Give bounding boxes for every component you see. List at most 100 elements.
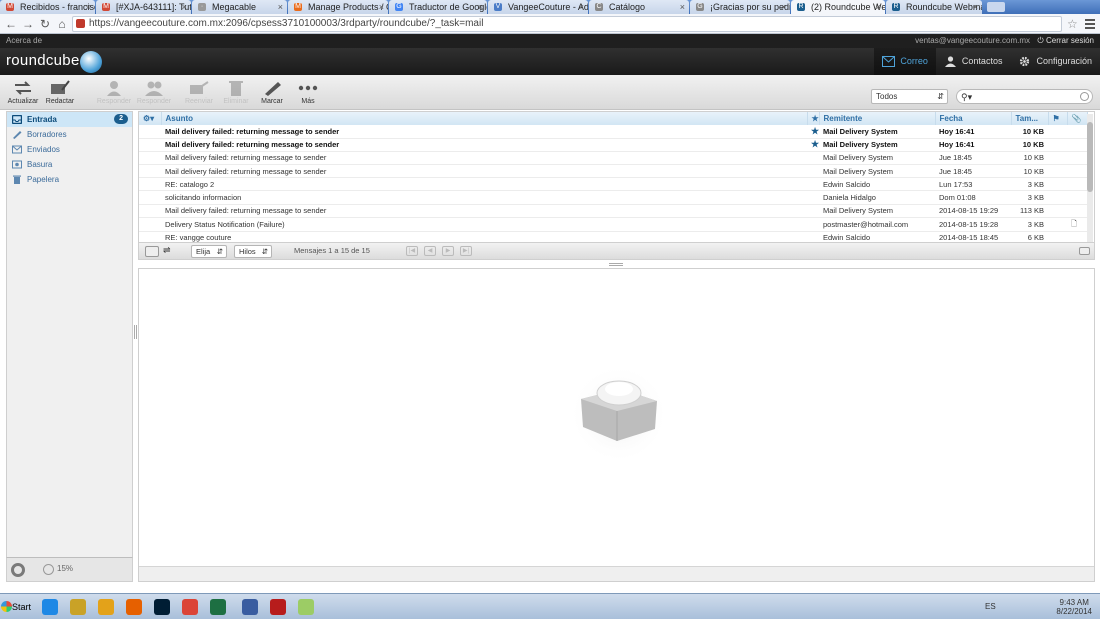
status-cell[interactable] [1048, 138, 1067, 152]
message-subject[interactable]: Mail delivery failed: returning message … [161, 204, 807, 218]
message-subject[interactable]: Mail delivery failed: returning message … [161, 125, 807, 139]
message-subject[interactable]: solicitando informacion [161, 190, 807, 205]
taskbar-app-icon[interactable] [238, 596, 262, 618]
message-subject[interactable]: Mail delivery failed: returning message … [161, 151, 807, 166]
message-status-icon[interactable]: · [139, 164, 161, 179]
folder-trash[interactable]: Papelera [7, 172, 132, 187]
back-icon[interactable]: ← [4, 17, 18, 31]
tab-close-icon[interactable]: × [781, 0, 786, 14]
column-subject[interactable]: Asunto [161, 112, 808, 125]
tab-close-icon[interactable]: × [973, 0, 978, 14]
tab-close-icon[interactable]: × [478, 0, 483, 14]
browser-tab[interactable]: G Traductor de Google × [389, 0, 487, 14]
select-dropdown[interactable]: Elija ⇵ [191, 245, 227, 258]
taskbar-app-icon[interactable] [206, 596, 230, 618]
browser-tab[interactable]: R (2) Roundcube Webma× [791, 0, 885, 14]
folder-junk[interactable]: Basura [7, 157, 132, 172]
tab-close-icon[interactable]: × [278, 0, 283, 14]
taskbar-app-icon[interactable] [266, 596, 290, 618]
search-input[interactable]: ⚲▾ [956, 89, 1093, 104]
browser-menu-icon[interactable] [1085, 17, 1095, 29]
about-link[interactable]: Acerca de [6, 34, 42, 48]
taskbar-app-icon[interactable] [178, 596, 202, 618]
tab-close-icon[interactable]: × [379, 0, 384, 14]
flagged-star-icon[interactable]: ★ [807, 138, 819, 152]
status-cell[interactable] [1048, 151, 1067, 166]
message-status-icon[interactable]: · [139, 204, 161, 218]
horizontal-splitter[interactable] [609, 263, 623, 266]
reply-button[interactable]: Responder [93, 77, 135, 108]
message-row[interactable]: ↶RE: catalogo 2 Edwin SalcidoLun 17:533 K… [139, 177, 1087, 192]
logout-link[interactable]: ⏻ Cerrar sesión [1037, 34, 1094, 48]
tab-close-icon[interactable]: × [579, 0, 584, 14]
last-page-icon[interactable]: ▶| [460, 246, 472, 256]
folder-sent[interactable]: Enviados [7, 142, 132, 157]
flag-cell[interactable] [807, 151, 819, 166]
taskbar-app-icon[interactable] [150, 596, 174, 618]
message-status-icon[interactable]: · [139, 138, 161, 152]
taskbar-app-icon[interactable] [294, 596, 318, 618]
forward-button[interactable]: Reenviar [178, 77, 220, 108]
list-options-gear-icon[interactable]: ⚙▾ [139, 112, 162, 125]
filter-select[interactable]: Todos ⇵ [871, 89, 948, 104]
flag-column-star-icon[interactable]: ★ [807, 112, 820, 125]
flag-cell[interactable] [807, 177, 819, 192]
browser-tab[interactable]: M Recibidos - francisco.l× [0, 0, 95, 14]
replied-icon[interactable]: ↶ [139, 190, 161, 205]
message-status-icon[interactable]: · [139, 151, 161, 166]
message-row[interactable]: ·Mail delivery failed: returning message… [139, 138, 1087, 152]
browser-tab[interactable]: M Manage Products / Ca× [288, 0, 388, 14]
status-cell[interactable] [1048, 164, 1067, 179]
message-row[interactable]: ↶solicitando informacion Daniela HidalgoD… [139, 190, 1087, 205]
attachment-column-clip-icon[interactable]: 📎 [1067, 112, 1088, 125]
taskbar-app-icon[interactable] [94, 596, 118, 618]
tab-close-icon[interactable]: × [182, 0, 187, 14]
taskbar-app-icon[interactable] [66, 596, 90, 618]
message-row[interactable]: ·Mail delivery failed: returning message… [139, 164, 1087, 179]
more-button[interactable]: Más [287, 77, 329, 108]
task-settings-button[interactable]: Configuración [1010, 48, 1100, 75]
message-subject[interactable]: RE: catalogo 2 [161, 177, 807, 192]
threads-dropdown[interactable]: Hilos ⇵ [234, 245, 272, 258]
task-contacts-button[interactable]: Contactos [936, 48, 1011, 75]
message-row[interactable]: ·Mail delivery failed: returning message… [139, 204, 1087, 218]
language-indicator[interactable]: ES [985, 602, 996, 611]
new-tab-button[interactable] [987, 2, 1005, 12]
folder-actions-gear-icon[interactable] [11, 563, 25, 577]
list-layout-icon[interactable] [145, 246, 159, 257]
status-cell[interactable] [1048, 190, 1067, 205]
status-cell[interactable] [1048, 177, 1067, 192]
start-button[interactable]: Start [0, 596, 32, 618]
home-icon[interactable]: ⌂ [55, 17, 69, 31]
bookmark-star-icon[interactable]: ☆ [1067, 17, 1078, 31]
tab-close-icon[interactable]: × [86, 0, 91, 14]
flag-cell[interactable] [807, 190, 819, 205]
browser-tab[interactable]: G ¡Gracias por su pedido!× [690, 0, 790, 14]
flag-cell[interactable] [807, 217, 819, 232]
replied-icon[interactable]: ↶ [139, 177, 161, 192]
browser-tab[interactable]: V VangeeCouture - Adm × [488, 0, 588, 14]
threads-toggle-icon[interactable]: ⇌ [163, 246, 177, 257]
browser-tab[interactable]: · Megacable × [192, 0, 287, 14]
browser-tab[interactable]: M [#XJA-643111]: Tutorial× [96, 0, 191, 14]
message-status-icon[interactable]: · [139, 217, 161, 232]
prev-page-icon[interactable]: ◀ [424, 246, 436, 256]
compose-button[interactable]: Redactar [39, 77, 81, 108]
message-status-icon[interactable]: · [139, 125, 161, 139]
message-row[interactable]: ·Delivery Status Notification (Failure) p… [139, 217, 1087, 232]
taskbar-app-icon[interactable] [38, 596, 62, 618]
message-row[interactable]: ·Mail delivery failed: returning message… [139, 125, 1087, 139]
reply-all-button[interactable]: Responder [133, 77, 175, 108]
tab-close-icon[interactable]: × [680, 0, 685, 14]
browser-tab[interactable]: R Roundcube Webmail ::× [886, 0, 982, 14]
flag-cell[interactable] [807, 204, 819, 218]
taskbar-app-icon[interactable] [122, 596, 146, 618]
refresh-button[interactable]: Actualizar [2, 77, 44, 108]
column-size[interactable]: Tam... [1011, 112, 1049, 125]
column-date[interactable]: Fecha [935, 112, 1012, 125]
url-input[interactable]: https://vangeecouture.com.mx:2096/cpsess… [72, 16, 1062, 32]
status-cell[interactable] [1048, 125, 1067, 139]
toggle-preview-icon[interactable] [1079, 247, 1090, 255]
status-column-flag-icon[interactable]: ⚑ [1048, 112, 1068, 125]
folder-drafts[interactable]: Borradores [7, 127, 132, 142]
